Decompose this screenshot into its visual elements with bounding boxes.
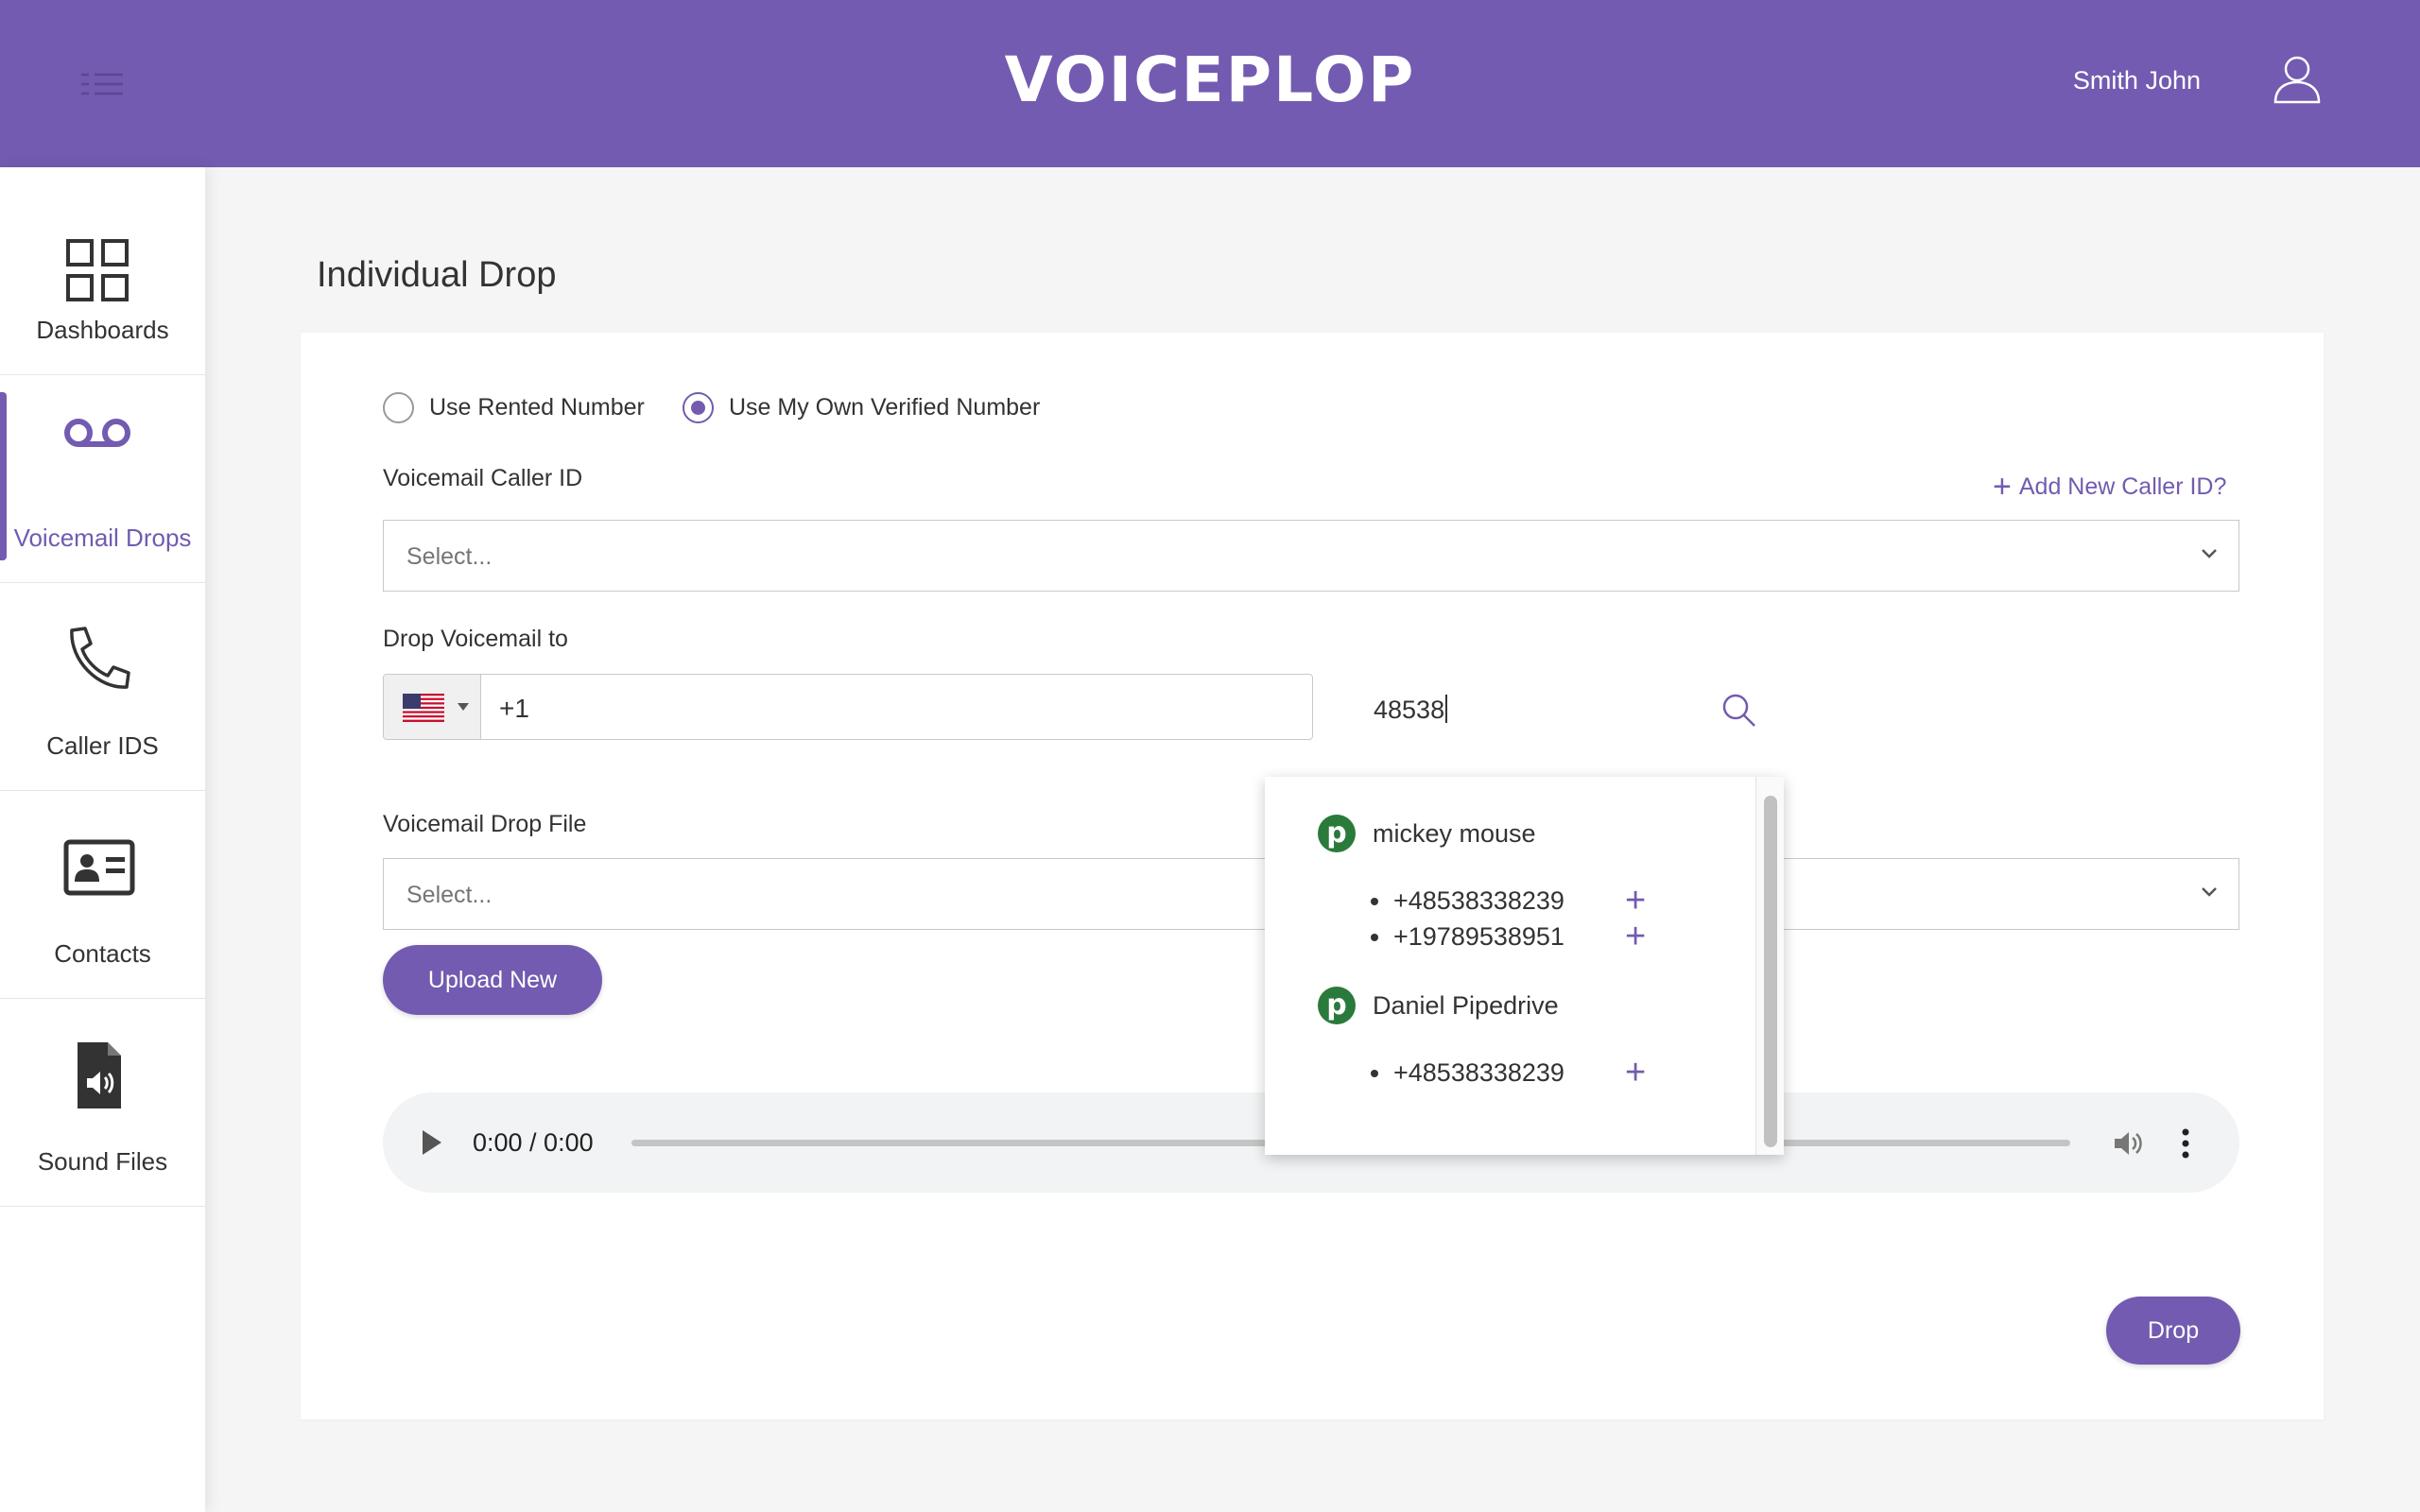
bullet [1371, 933, 1378, 941]
contact-item-mickey-mouse[interactable]: p mickey mouse [1318, 815, 1536, 852]
contact-search-dropdown: p mickey mouse +48538338239 + +197895389… [1265, 777, 1784, 1155]
add-number-plus-icon[interactable]: + [1625, 919, 1646, 954]
pipedrive-letter: p [1326, 988, 1347, 1022]
menu-toggle-icon[interactable] [81, 72, 123, 96]
sidebar-item-label: Contacts [54, 939, 151, 968]
contact-number-text: +48538338239 [1393, 886, 1564, 915]
pipedrive-icon: p [1318, 987, 1356, 1024]
add-caller-id-link[interactable]: + Add New Caller ID? [1993, 471, 2226, 503]
phone-icon [70, 627, 130, 689]
radio-label: Use Rented Number [429, 393, 645, 421]
contact-number: +48538338239 [1371, 886, 1564, 916]
more-options-icon[interactable] [2182, 1128, 2189, 1159]
radio-circle[interactable] [383, 391, 414, 423]
play-icon[interactable] [423, 1130, 441, 1155]
contact-number: +19789538951 [1371, 922, 1564, 952]
sidebar-item-sound-files[interactable]: Sound Files [0, 999, 205, 1207]
sidebar-item-dashboards[interactable]: Dashboards [0, 167, 205, 375]
bullet [1371, 1069, 1378, 1077]
top-header: VOICEPLOP Smith John [0, 0, 2420, 167]
user-name[interactable]: Smith John [2073, 66, 2201, 95]
sidebar-item-label: Sound Files [37, 1147, 168, 1176]
contact-name: Daniel Pipedrive [1373, 990, 1559, 1020]
radio-own-verified-number[interactable]: Use My Own Verified Number [683, 391, 1040, 423]
drop-button[interactable]: Drop [2106, 1297, 2240, 1365]
sidebar: Dashboards Voicemail Drops Caller IDS Co… [0, 167, 205, 1512]
sidebar-item-contacts[interactable]: Contacts [0, 791, 205, 999]
add-number-plus-icon[interactable]: + [1625, 883, 1646, 919]
contact-search-input[interactable]: 48538 [1347, 674, 1784, 746]
upload-new-button[interactable]: Upload New [383, 945, 602, 1015]
sound-file-icon [78, 1042, 121, 1108]
add-caller-id-text: Add New Caller ID? [2018, 472, 2227, 500]
sidebar-item-caller-ids[interactable]: Caller IDS [0, 583, 205, 791]
sidebar-item-label: Dashboards [36, 316, 169, 344]
audio-time: 0:00 / 0:00 [473, 1128, 594, 1157]
pipedrive-icon: p [1318, 815, 1356, 852]
chevron-down-icon [2202, 549, 2217, 558]
search-icon[interactable] [1720, 692, 1758, 730]
volume-icon[interactable] [2111, 1126, 2145, 1160]
drop-file-label: Voicemail Drop File [383, 811, 587, 837]
grid-icon [66, 239, 129, 301]
voicemail-icon [64, 419, 130, 447]
radio-circle-selected[interactable] [683, 391, 714, 423]
country-selector[interactable] [384, 675, 481, 739]
contact-number-text: +48538338239 [1393, 1058, 1564, 1087]
pipedrive-letter: p [1326, 816, 1347, 850]
phone-value[interactable]: +1 [499, 694, 529, 724]
scrollbar-thumb[interactable] [1764, 796, 1777, 1147]
radio-rented-number[interactable]: Use Rented Number [383, 391, 645, 423]
dropdown-scrollbar[interactable] [1755, 777, 1784, 1155]
contact-number-text: +19789538951 [1393, 922, 1564, 951]
select-placeholder: Select... [406, 543, 493, 570]
search-value-wrap[interactable]: 48538 [1374, 695, 1448, 725]
contact-name: mickey mouse [1373, 818, 1536, 848]
plus-icon: + [1993, 469, 2012, 505]
chevron-down-icon [2202, 887, 2217, 897]
sidebar-item-voicemail-drops[interactable]: Voicemail Drops [0, 375, 205, 583]
bullet [1371, 897, 1378, 905]
phone-input[interactable]: +1 [383, 674, 1313, 740]
add-number-plus-icon[interactable]: + [1625, 1055, 1646, 1091]
radio-label: Use My Own Verified Number [729, 393, 1041, 421]
app-logo[interactable]: VOICEPLOP [1002, 43, 1418, 116]
us-flag-icon [403, 694, 444, 722]
caller-id-label: Voicemail Caller ID [383, 465, 583, 491]
select-placeholder: Select... [406, 882, 493, 908]
contact-card-icon [63, 839, 135, 896]
contact-item-daniel-pipedrive[interactable]: p Daniel Pipedrive [1318, 987, 1559, 1024]
caller-id-select[interactable]: Select... [383, 520, 2239, 592]
caret-down-icon [458, 703, 469, 711]
drop-to-label: Drop Voicemail to [383, 626, 568, 652]
contact-number: +48538338239 [1371, 1058, 1564, 1088]
user-avatar-icon[interactable] [2272, 53, 2323, 104]
page-title: Individual Drop [317, 255, 557, 295]
sidebar-item-label: Voicemail Drops [13, 524, 192, 552]
sidebar-item-label: Caller IDS [46, 731, 159, 760]
search-value: 48538 [1374, 696, 1445, 724]
text-cursor [1445, 695, 1448, 723]
